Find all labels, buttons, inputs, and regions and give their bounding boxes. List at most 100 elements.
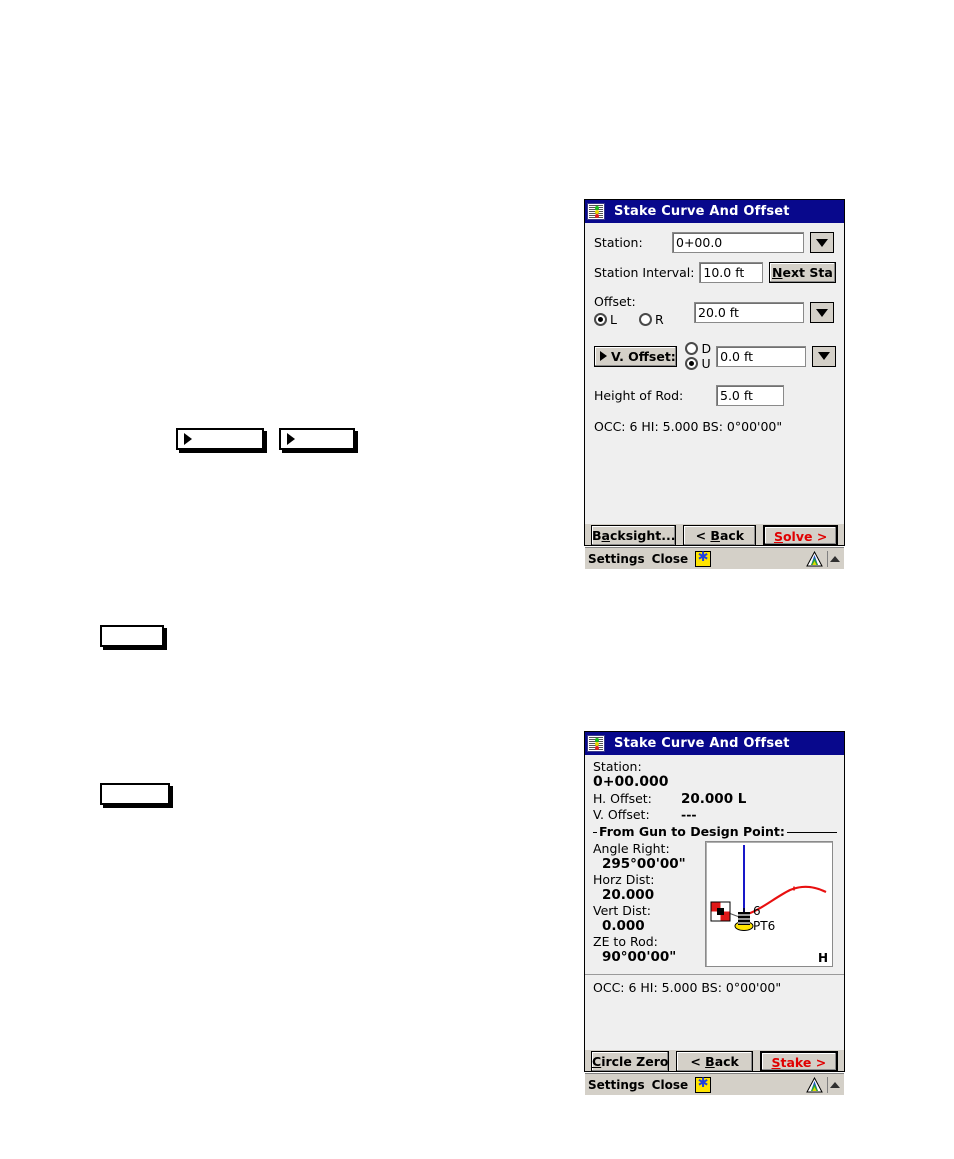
- v-offset-radio-down-label: D: [701, 341, 712, 356]
- stake-curve-offset-window-1: Stake Curve And Offset Station: 0+00.0 S…: [584, 199, 845, 569]
- v-offset-value: ---: [681, 807, 697, 822]
- window-title: Stake Curve And Offset: [614, 204, 790, 219]
- taskbar-close-button[interactable]: Close: [652, 1078, 688, 1092]
- offset-radio-left-label: L: [610, 312, 617, 327]
- orientation-label: H: [817, 951, 828, 965]
- offset-radio-left[interactable]: [594, 313, 607, 326]
- starburst-icon[interactable]: [695, 1075, 712, 1093]
- offset-dropdown-button[interactable]: [810, 302, 834, 323]
- station-label: Station:: [594, 235, 643, 250]
- chevron-down-icon: [816, 238, 828, 247]
- stake-app-icon: [587, 735, 605, 752]
- ze-to-rod-label: ZE to Rod:: [593, 934, 658, 949]
- readout-list: Angle Right: 295°00'00" Horz Dist: 20.00…: [593, 841, 701, 965]
- titlebar-1: Stake Curve And Offset: [585, 200, 844, 223]
- stakeout-graphic[interactable]: 6 PT6 H: [705, 841, 833, 967]
- taskbar-settings-button[interactable]: Settings: [588, 1078, 645, 1092]
- titlebar-2: Stake Curve And Offset: [585, 732, 844, 755]
- ze-to-rod-value: 90°00'00": [602, 949, 677, 965]
- angle-right-value: 295°00'00": [602, 856, 686, 872]
- h-offset-value: 20.000 L: [681, 791, 747, 807]
- stakeout-graphic-svg: [710, 845, 827, 931]
- dialog2-command-bar: Circle Zero < Back Stake >: [585, 1050, 844, 1073]
- v-offset-radio-up-label: U: [701, 356, 711, 371]
- offset-radio-right[interactable]: [638, 313, 652, 326]
- offset-label: Offset:: [594, 294, 636, 309]
- chevron-down-icon: [818, 352, 831, 360]
- station-interval-row: Station Interval: 10.0 ft Next Sta: [594, 262, 836, 283]
- horz-dist-label: Horz Dist:: [593, 872, 655, 887]
- angle-right-label: Angle Right:: [593, 841, 670, 856]
- dialog2-client: Station: 0+00.000 H. Offset: 20.000 L V.…: [585, 755, 844, 1050]
- starburst-icon[interactable]: [695, 549, 712, 567]
- v-offset-dropdown-button[interactable]: [812, 345, 837, 367]
- height-of-rod-input[interactable]: 5.0 ft: [716, 385, 784, 406]
- v-offset-radio-up[interactable]: [685, 357, 699, 370]
- survey-triangle-icon[interactable]: [806, 1076, 823, 1093]
- triangle-right-icon: [600, 351, 607, 361]
- offset-radio-group: L R: [594, 312, 694, 327]
- v-offset-button[interactable]: V. Offset:: [594, 345, 678, 367]
- status-separator: [585, 974, 844, 975]
- plain-box-2[interactable]: [100, 783, 170, 805]
- v-offset-label: V. Offset:: [593, 807, 650, 822]
- point-name-label: PT6: [753, 919, 776, 933]
- prism-rod-icon: [734, 908, 754, 931]
- station-interval-label: Station Interval:: [594, 265, 695, 280]
- vert-dist-value: 0.000: [602, 918, 645, 934]
- h-offset-label: H. Offset:: [593, 791, 652, 806]
- taskbar-close-button[interactable]: Close: [652, 552, 688, 566]
- window-title: Stake Curve And Offset: [614, 736, 790, 751]
- v-offset-input[interactable]: 0.0 ft: [716, 345, 807, 367]
- group-title: From Gun to Design Point:: [597, 824, 787, 839]
- stake-app-icon: [587, 203, 605, 220]
- taskbar-settings-button[interactable]: Settings: [588, 552, 645, 566]
- point-number-label: 6: [753, 904, 761, 918]
- triangle-right-icon: [184, 433, 192, 445]
- dialog2-taskbar: Settings Close: [585, 1073, 844, 1095]
- station-input[interactable]: 0+00.0: [672, 232, 804, 253]
- offset-radio-right-label: R: [654, 312, 664, 327]
- checkered-target-icon: [710, 901, 731, 922]
- dialog1-client: Station: 0+00.0 Station Interval: 10.0 f…: [585, 223, 844, 524]
- next-sta-button[interactable]: Next Sta: [768, 262, 836, 283]
- v-offset-button-label: V. Offset:: [611, 348, 676, 364]
- chevron-up-icon[interactable]: [827, 550, 841, 567]
- from-gun-to-design-point-group: From Gun to Design Point:: [593, 824, 837, 839]
- stake-button[interactable]: Stake >: [759, 1051, 838, 1072]
- height-of-rod-label: Height of Rod:: [594, 388, 684, 403]
- horz-dist-value: 20.000: [602, 887, 655, 903]
- arrow-box-1[interactable]: [176, 428, 264, 450]
- occ-hi-bs-status: OCC: 6 HI: 5.000 BS: 0°00'00": [593, 980, 782, 995]
- back-button[interactable]: < Back: [683, 525, 757, 546]
- dialog1-taskbar: Settings Close: [585, 547, 844, 569]
- back-button[interactable]: < Back: [676, 1051, 753, 1072]
- backsight-button[interactable]: Backsight...: [591, 525, 677, 546]
- v-offset-radio-down[interactable]: [685, 342, 699, 355]
- height-of-rod-row: Height of Rod: 5.0 ft: [594, 385, 836, 406]
- station-row: Station: 0+00.0: [594, 232, 836, 253]
- triangle-right-icon: [287, 433, 295, 445]
- offset-row: Offset: L R 20.0 ft: [594, 294, 836, 327]
- stake-curve-offset-window-2: Stake Curve And Offset Station: 0+00.000…: [584, 731, 845, 1095]
- station-value: 0+00.000: [593, 774, 669, 790]
- v-offset-radio-group: D U: [685, 341, 711, 371]
- chevron-down-icon: [816, 308, 828, 317]
- arrow-box-2[interactable]: [279, 428, 355, 450]
- solve-button[interactable]: Solve >: [763, 525, 839, 546]
- station-interval-input[interactable]: 10.0 ft: [699, 262, 763, 283]
- plain-box-1[interactable]: [100, 625, 164, 647]
- station-label: Station:: [593, 759, 642, 774]
- circle-zero-button[interactable]: Circle Zero: [591, 1051, 670, 1072]
- survey-triangle-icon[interactable]: [806, 550, 823, 567]
- vert-dist-label: Vert Dist:: [593, 903, 652, 918]
- v-offset-row: V. Offset: ---: [593, 807, 837, 823]
- v-offset-row: V. Offset: D U 0.0 ft: [594, 341, 837, 371]
- offset-input[interactable]: 20.0 ft: [694, 302, 804, 323]
- station-dropdown-button[interactable]: [810, 232, 834, 253]
- occ-hi-bs-status: OCC: 6 HI: 5.000 BS: 0°00'00": [594, 419, 783, 434]
- dialog1-command-bar: Backsight... < Back Solve >: [585, 524, 844, 547]
- chevron-up-icon[interactable]: [827, 1076, 841, 1093]
- readout-and-graphic-row: Angle Right: 295°00'00" Horz Dist: 20.00…: [593, 841, 837, 967]
- h-offset-row: H. Offset: 20.000 L: [593, 791, 837, 807]
